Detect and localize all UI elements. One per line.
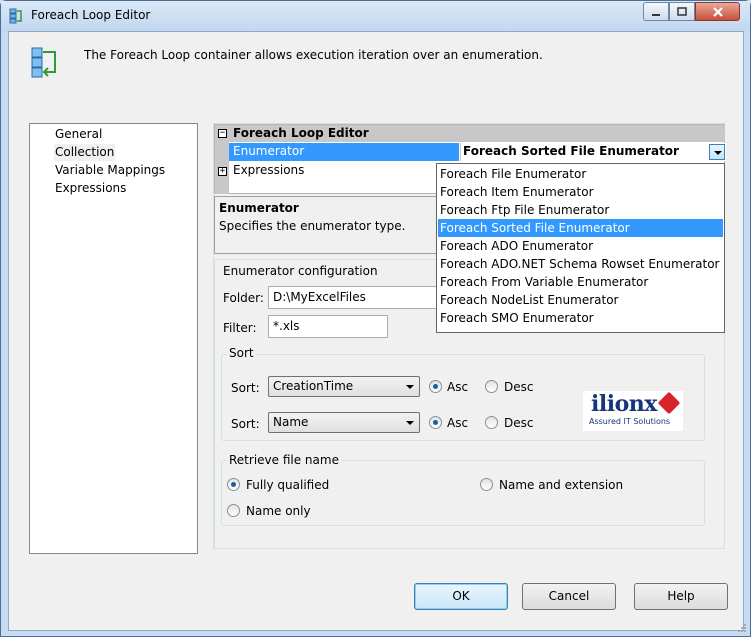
- sort1-asc-radio[interactable]: [429, 380, 442, 393]
- filter-input[interactable]: *.xls: [268, 315, 388, 338]
- nav-item-variable-mappings[interactable]: Variable Mappings: [54, 162, 166, 179]
- sort1-desc-label[interactable]: Desc: [504, 380, 533, 394]
- sort1-desc-radio[interactable]: [485, 380, 498, 393]
- nav-item-expressions[interactable]: Expressions: [54, 180, 127, 197]
- name-only-label[interactable]: Name only: [246, 504, 311, 518]
- ilionx-logo: ilionx Assured IT Solutions: [583, 391, 683, 431]
- window-title: Foreach Loop Editor: [31, 8, 151, 22]
- sort2-desc-label[interactable]: Desc: [504, 416, 533, 430]
- name-and-extension-label[interactable]: Name and extension: [499, 478, 623, 492]
- fully-qualified-label[interactable]: Fully qualified: [246, 478, 329, 492]
- close-button[interactable]: [695, 2, 740, 21]
- sort2-asc-radio[interactable]: [429, 416, 442, 429]
- dropdown-option[interactable]: Foreach File Enumerator: [438, 165, 723, 183]
- property-category-row: − Foreach Loop Editor: [215, 125, 725, 142]
- sort2-label: Sort:: [231, 417, 260, 431]
- enumerator-dropdown-list: Foreach File Enumerator Foreach Item Enu…: [436, 163, 725, 333]
- nav-item-collection[interactable]: Collection: [54, 144, 116, 161]
- dropdown-option[interactable]: Foreach SMO Enumerator: [438, 309, 723, 327]
- dialog-window: Foreach Loop Editor The Foreach Loop con…: [0, 0, 751, 637]
- name-only-radio[interactable]: [227, 504, 240, 517]
- maximize-button[interactable]: [669, 2, 695, 21]
- resize-grip-icon[interactable]: [737, 623, 747, 633]
- sort2-asc-label[interactable]: Asc: [447, 416, 468, 430]
- title-bar: Foreach Loop Editor: [1, 1, 750, 31]
- filter-label: Filter:: [223, 321, 257, 335]
- enumerator-property-label[interactable]: Enumerator: [229, 143, 459, 161]
- logo-tagline: Assured IT Solutions: [589, 417, 671, 426]
- foreach-loop-icon: [31, 47, 56, 78]
- enumerator-configuration-title: Enumerator configuration: [221, 264, 380, 278]
- dropdown-option[interactable]: Foreach ADO.NET Schema Rowset Enumerator: [438, 255, 723, 273]
- folder-input[interactable]: D:\MyExcelFiles: [268, 286, 448, 309]
- folder-label: Folder:: [223, 291, 264, 305]
- close-icon: [712, 6, 723, 17]
- sort1-label: Sort:: [231, 381, 260, 395]
- collapse-icon[interactable]: −: [218, 129, 227, 138]
- cancel-button[interactable]: Cancel: [522, 583, 616, 610]
- description-title: Enumerator: [219, 201, 299, 215]
- sort-group-title: Sort: [227, 346, 256, 360]
- logo-diamond-icon: [657, 391, 681, 415]
- expand-icon[interactable]: +: [218, 167, 227, 176]
- dropdown-option[interactable]: Foreach From Variable Enumerator: [438, 273, 723, 291]
- retrieve-file-name-title: Retrieve file name: [227, 453, 341, 467]
- property-category-label: Foreach Loop Editor: [233, 126, 369, 140]
- dialog-header: The Foreach Loop container allows execut…: [9, 32, 743, 94]
- sort1-select[interactable]: CreationTime: [268, 376, 420, 397]
- header-description: The Foreach Loop container allows execut…: [84, 48, 543, 62]
- fully-qualified-radio[interactable]: [227, 478, 240, 491]
- dropdown-option[interactable]: Foreach Ftp File Enumerator: [438, 201, 723, 219]
- left-navigation-list: General Collection Variable Mappings Exp…: [29, 123, 198, 554]
- dropdown-option[interactable]: Foreach ADO Enumerator: [438, 237, 723, 255]
- dropdown-option-selected[interactable]: Foreach Sorted File Enumerator: [438, 219, 723, 237]
- app-icon: [9, 8, 22, 24]
- expressions-property-label[interactable]: Expressions: [233, 163, 304, 177]
- logo-wordmark: ilionx: [591, 391, 657, 417]
- minimize-icon: [652, 13, 660, 16]
- dropdown-option[interactable]: Foreach NodeList Enumerator: [438, 291, 723, 309]
- name-and-extension-radio[interactable]: [480, 478, 493, 491]
- sort1-asc-label[interactable]: Asc: [447, 380, 468, 394]
- minimize-button[interactable]: [643, 2, 669, 21]
- enumerator-property-value[interactable]: Foreach Sorted File Enumerator: [460, 143, 726, 161]
- enumerator-dropdown-button[interactable]: [709, 144, 725, 160]
- maximize-icon: [677, 6, 687, 16]
- nav-item-general[interactable]: General: [54, 126, 103, 143]
- description-text: Specifies the enumerator type.: [219, 219, 406, 233]
- sort2-select[interactable]: Name: [268, 412, 420, 433]
- ok-button[interactable]: OK: [414, 583, 508, 610]
- help-button[interactable]: Help: [634, 583, 728, 610]
- sort2-desc-radio[interactable]: [485, 416, 498, 429]
- dropdown-option[interactable]: Foreach Item Enumerator: [438, 183, 723, 201]
